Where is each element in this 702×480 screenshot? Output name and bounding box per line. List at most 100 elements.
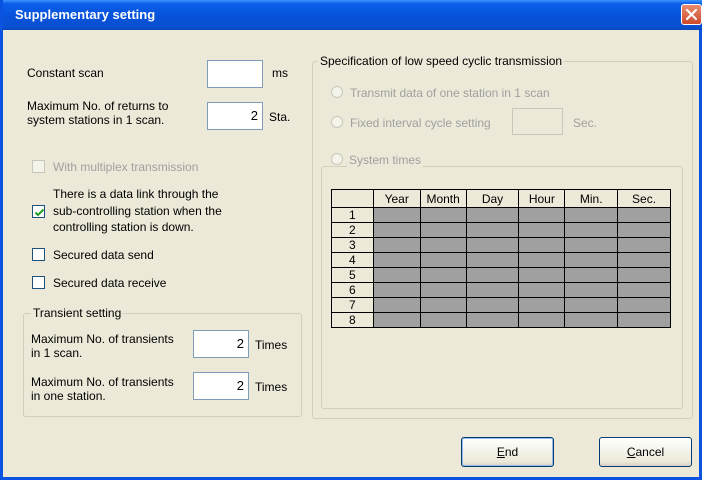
column-header: Min.: [564, 189, 619, 208]
table-cell[interactable]: [465, 297, 520, 313]
table-cell[interactable]: [564, 267, 619, 283]
table-cell[interactable]: [372, 222, 421, 238]
table-cell[interactable]: [419, 267, 467, 283]
option-system-times-radio[interactable]: [331, 153, 343, 165]
row-header: 1: [331, 207, 374, 223]
row-header: 4: [331, 252, 374, 268]
table-cell[interactable]: [372, 282, 421, 298]
cancel-button-label: ancel: [635, 445, 665, 459]
max-returns-unit: Sta.: [269, 110, 291, 124]
end-button-accelerator: E: [496, 445, 505, 459]
option-system-times-label: System times: [347, 153, 424, 167]
transients-per-station-input[interactable]: 2: [193, 372, 249, 400]
table-cell[interactable]: [465, 207, 520, 223]
transients-per-scan-input[interactable]: 2: [193, 330, 249, 358]
table-cell[interactable]: [518, 237, 566, 253]
system-times-table: Year Month Day Hour Min. Sec. 1 2 3 4 5 …: [331, 189, 671, 328]
checkmark-icon: [34, 208, 45, 217]
table-cell[interactable]: [564, 297, 619, 313]
table-cell[interactable]: [465, 312, 520, 328]
table-cell[interactable]: [419, 282, 467, 298]
data-link-checkbox[interactable]: [32, 205, 45, 218]
table-cell[interactable]: [564, 207, 619, 223]
fixed-interval-unit: Sec.: [573, 116, 598, 130]
max-returns-label-line2: system stations in 1 scan.: [27, 113, 165, 127]
window-title: Supplementary setting: [15, 7, 156, 22]
table-cell[interactable]: [617, 312, 671, 328]
transients-per-station-unit: Times: [255, 380, 288, 394]
supplementary-setting-dialog: Supplementary setting Constant scan ms M…: [0, 0, 702, 480]
table-cell[interactable]: [465, 237, 520, 253]
end-button-label: nd: [504, 445, 519, 459]
table-cell[interactable]: [465, 282, 520, 298]
table-cell[interactable]: [617, 222, 671, 238]
max-returns-input[interactable]: 2: [207, 102, 263, 130]
row-header: 7: [331, 297, 374, 313]
transients-per-station-label-line1: Maximum No. of transients: [31, 375, 174, 389]
corner-header: [331, 189, 374, 208]
table-cell[interactable]: [518, 297, 566, 313]
secured-receive-checkbox[interactable]: [32, 276, 45, 289]
table-cell[interactable]: [372, 252, 421, 268]
table-cell[interactable]: [518, 207, 566, 223]
table-cell[interactable]: [419, 252, 467, 268]
transients-per-scan-unit: Times: [255, 338, 288, 352]
table-cell[interactable]: [564, 312, 619, 328]
column-header: Hour: [518, 189, 566, 208]
constant-scan-input[interactable]: [207, 60, 263, 88]
table-cell[interactable]: [564, 252, 619, 268]
table-cell[interactable]: [372, 267, 421, 283]
row-header: 6: [331, 282, 374, 298]
close-button[interactable]: [681, 4, 702, 25]
option-one-station-radio[interactable]: [331, 86, 343, 98]
table-cell[interactable]: [419, 207, 467, 223]
max-returns-label-line1: Maximum No. of returns to: [27, 99, 169, 113]
table-cell[interactable]: [617, 237, 671, 253]
column-header: Year: [372, 189, 421, 208]
secured-send-checkbox[interactable]: [32, 248, 45, 261]
option-one-station-label: Transmit data of one station in 1 scan: [350, 86, 550, 100]
table-cell[interactable]: [372, 207, 421, 223]
table-cell[interactable]: [465, 267, 520, 283]
table-cell[interactable]: [617, 267, 671, 283]
transients-per-scan-label-line1: Maximum No. of transients: [31, 332, 174, 346]
transient-setting-title: Transient setting: [31, 306, 124, 320]
table-cell[interactable]: [419, 222, 467, 238]
table-cell[interactable]: [419, 312, 467, 328]
table-cell[interactable]: [617, 252, 671, 268]
table-row: 6: [331, 282, 671, 298]
table-cell[interactable]: [564, 282, 619, 298]
table-cell[interactable]: [518, 282, 566, 298]
table-row: 5: [331, 267, 671, 283]
table-cell[interactable]: [617, 297, 671, 313]
table-cell[interactable]: [419, 297, 467, 313]
table-cell[interactable]: [372, 312, 421, 328]
table-cell[interactable]: [465, 222, 520, 238]
constant-scan-label: Constant scan: [27, 66, 104, 80]
table-cell[interactable]: [564, 237, 619, 253]
table-cell[interactable]: [617, 207, 671, 223]
close-icon: [685, 8, 698, 21]
table-row: 7: [331, 297, 671, 313]
table-cell[interactable]: [518, 222, 566, 238]
end-button[interactable]: End: [461, 437, 554, 467]
table-row: 3: [331, 237, 671, 253]
table-row: 2: [331, 222, 671, 238]
secured-receive-label: Secured data receive: [53, 276, 167, 290]
option-fixed-interval-radio[interactable]: [331, 116, 343, 128]
table-cell[interactable]: [518, 252, 566, 268]
table-cell[interactable]: [617, 282, 671, 298]
table-cell[interactable]: [372, 297, 421, 313]
table-cell[interactable]: [518, 267, 566, 283]
table-cell[interactable]: [372, 237, 421, 253]
multiplex-checkbox[interactable]: [32, 160, 45, 173]
fixed-interval-input[interactable]: [512, 108, 563, 135]
table-cell[interactable]: [465, 252, 520, 268]
table-row: 4: [331, 252, 671, 268]
table-cell[interactable]: [564, 222, 619, 238]
table-cell[interactable]: [419, 237, 467, 253]
row-header: 5: [331, 267, 374, 283]
cancel-button[interactable]: Cancel: [599, 437, 692, 467]
title-bar[interactable]: Supplementary setting: [3, 0, 702, 30]
table-cell[interactable]: [518, 312, 566, 328]
